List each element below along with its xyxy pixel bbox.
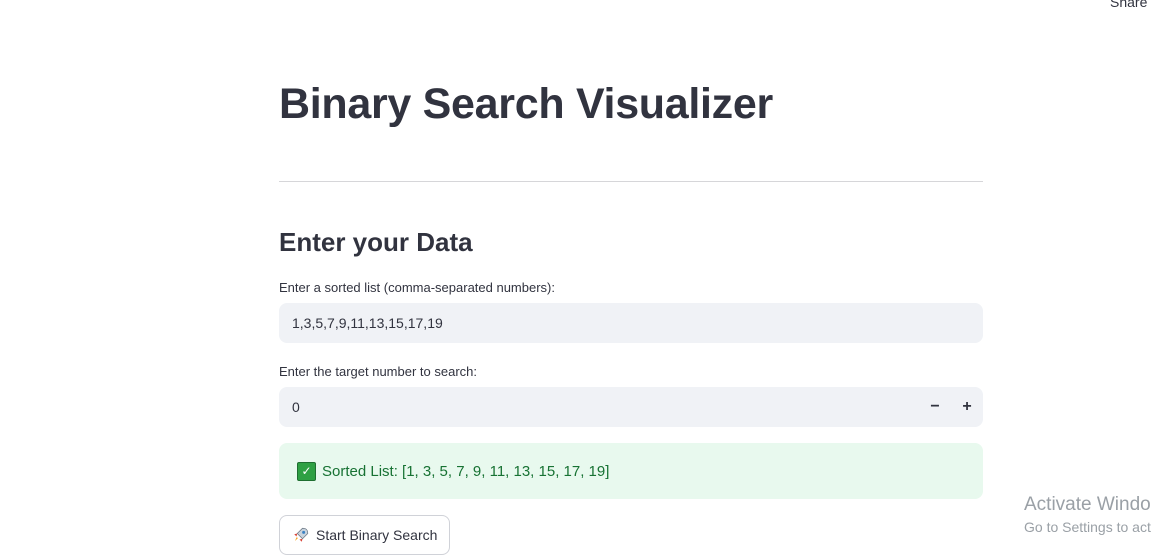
activation-watermark-subtitle: Go to Settings to act <box>1024 519 1151 535</box>
increment-button[interactable]: + <box>951 387 983 427</box>
success-alert: ✓ Sorted List: [1, 3, 5, 7, 9, 11, 13, 1… <box>279 443 983 499</box>
target-number-input[interactable] <box>292 399 970 415</box>
app-page: Share Binary Search Visualizer Enter you… <box>0 0 1158 559</box>
start-binary-search-button[interactable]: Start Binary Search <box>279 515 451 555</box>
sorted-list-input-container[interactable] <box>279 303 983 343</box>
target-number-label: Enter the target number to search: <box>279 364 477 379</box>
share-button[interactable]: Share <box>1110 0 1147 10</box>
success-message: Sorted List: [1, 3, 5, 7, 9, 11, 13, 15,… <box>322 462 610 480</box>
check-icon: ✓ <box>297 461 316 481</box>
start-button-label: Start Binary Search <box>316 527 438 543</box>
activation-watermark-title: Activate Windo <box>1024 494 1151 515</box>
divider <box>279 181 983 182</box>
sorted-list-input[interactable] <box>292 315 970 331</box>
rocket-icon <box>294 527 309 542</box>
page-title: Binary Search Visualizer <box>279 80 773 128</box>
number-stepper: − + <box>919 387 983 427</box>
sorted-list-label: Enter a sorted list (comma-separated num… <box>279 280 555 295</box>
target-number-input-container[interactable]: − + <box>279 387 983 427</box>
section-heading: Enter your Data <box>279 227 473 257</box>
decrement-button[interactable]: − <box>919 387 951 427</box>
